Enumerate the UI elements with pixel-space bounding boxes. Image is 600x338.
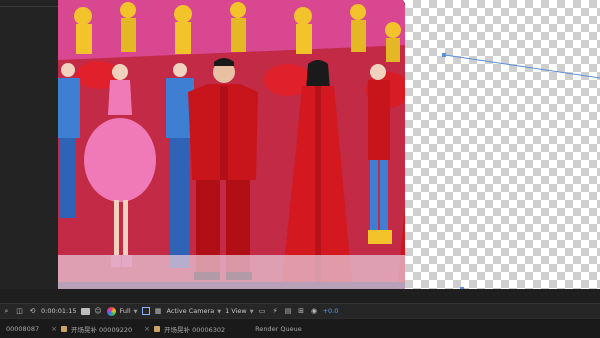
reset-exposure-icon[interactable]: ◉ [310, 307, 319, 316]
flowchart-icon[interactable]: ⊞ [297, 307, 306, 316]
chevron-down-icon: ▼ [133, 309, 138, 315]
tab-comp-1[interactable]: 00008087 [0, 325, 45, 333]
viewer-bottom-band [0, 289, 600, 303]
composition-viewer[interactable] [0, 0, 600, 303]
tab-label: 开场晃补 00009220 [70, 325, 133, 334]
chevron-down-icon: ▼ [249, 309, 254, 315]
tab-label: 00008087 [6, 324, 40, 333]
person-icon[interactable]: ☺ [94, 307, 103, 316]
panel-tab-bar: 00008087 × 开场晃补 00009220 × 开场晃补 00006302… [0, 318, 600, 338]
composition-icon [60, 325, 67, 332]
fit-icon[interactable]: ◫ [15, 307, 24, 316]
tab-label: 开场晃补 00006302 [164, 325, 226, 334]
current-timecode[interactable]: 0:00:01:15 [41, 307, 77, 315]
view-layout-dropdown[interactable]: 1 View ▼ [225, 307, 254, 315]
composition-icon [154, 325, 160, 332]
grid-icon[interactable]: ▦ [154, 307, 163, 316]
tab-comp-3[interactable]: × 开场晃补 00006302 [138, 324, 231, 334]
close-icon[interactable]: × [144, 325, 150, 333]
view-layout-label: 1 View [225, 307, 247, 315]
exposure-value[interactable]: +0.0 [323, 307, 339, 315]
tab-render-queue[interactable]: Render Queue [231, 325, 308, 333]
camera-icon[interactable] [80, 307, 90, 315]
magnifier-icon[interactable]: ⌕ [2, 307, 11, 316]
pixel-aspect-icon[interactable]: ▭ [258, 307, 267, 316]
chevron-down-icon: ▼ [217, 309, 222, 315]
camera-label: Active Camera [166, 307, 215, 315]
region-of-interest-icon[interactable] [141, 307, 150, 315]
tab-label: Render Queue [255, 324, 302, 333]
resolution-label: Full [119, 307, 131, 315]
fast-preview-icon[interactable]: ⚡ [271, 307, 280, 316]
timeline-icon[interactable]: ▤ [284, 307, 293, 316]
resolution-dropdown[interactable]: Full ▼ [120, 307, 138, 315]
mask-path-lines [442, 53, 600, 303]
color-wheel-icon[interactable] [106, 306, 116, 316]
viewer-toolbar: ⌕ ◫ ⟲ 0:00:01:15 ☺ Full ▼ ▦ Active Camera… [0, 303, 600, 318]
tab-comp-2[interactable]: × 开场晃补 00009220 [45, 324, 138, 334]
close-icon[interactable]: × [51, 325, 57, 333]
camera-dropdown[interactable]: Active Camera ▼ [167, 307, 222, 315]
loop-icon[interactable]: ⟲ [28, 307, 37, 316]
